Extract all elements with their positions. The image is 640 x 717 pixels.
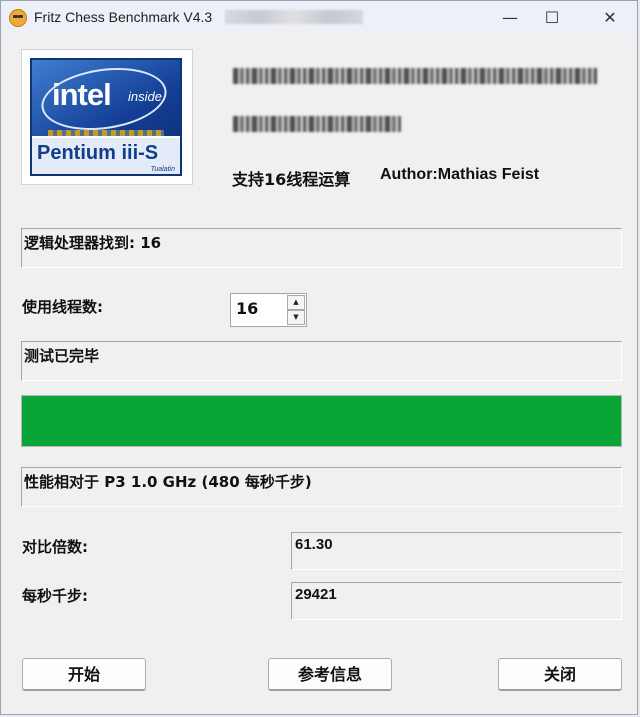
- start-button[interactable]: 开始: [22, 658, 146, 691]
- thread-count-spinner[interactable]: 16 ▲ ▼: [230, 293, 307, 327]
- logo-product-bar: Pentium iii-S Tualatin: [32, 136, 180, 174]
- window-title: Fritz Chess Benchmark V4.3: [34, 9, 213, 25]
- title-bar: Fritz Chess Benchmark V4.3 — ☐ ✕: [1, 1, 637, 35]
- ratio-value-box: 61.30: [291, 532, 622, 570]
- progress-fill: [22, 396, 621, 446]
- logo-product: Pentium iii-S: [37, 142, 159, 164]
- redacted-line-2: [233, 116, 401, 132]
- logo-tagline: inside: [128, 89, 162, 104]
- redacted-title-text: [225, 10, 363, 24]
- benchmark-progress-bar: [21, 395, 622, 447]
- close-window-button[interactable]: ✕: [587, 1, 633, 35]
- spinner-up-icon[interactable]: ▲: [287, 295, 305, 310]
- thread-count-value[interactable]: 16: [236, 299, 258, 318]
- logo-brand: intel: [52, 77, 112, 112]
- kps-label: 每秒千步:: [22, 587, 88, 605]
- test-status-text: 测试已完毕: [24, 347, 100, 365]
- kps-value: 29421: [295, 586, 337, 603]
- performance-note-text: 性能相对于 P3 1.0 GHz (480 每秒千步): [24, 473, 312, 491]
- logo-subproduct: Tualatin: [150, 166, 175, 173]
- intel-pentium-logo: intel inside Pentium iii-S Tualatin: [21, 49, 193, 185]
- maximize-button[interactable]: ☐: [529, 1, 575, 35]
- thread-support-text: 支持16线程运算: [232, 170, 351, 189]
- performance-note-box: 性能相对于 P3 1.0 GHz (480 每秒千步): [21, 467, 622, 507]
- processors-found-box: 逻辑处理器找到: 16: [21, 228, 622, 268]
- app-icon: [9, 9, 27, 27]
- ratio-label: 对比倍数:: [22, 538, 88, 556]
- ratio-value: 61.30: [295, 536, 333, 553]
- kps-value-box: 29421: [291, 582, 622, 620]
- minimize-button[interactable]: —: [487, 1, 533, 35]
- close-button[interactable]: 关闭: [498, 658, 622, 691]
- processors-found-text: 逻辑处理器找到: 16: [24, 234, 162, 252]
- benchmark-window: Fritz Chess Benchmark V4.3 — ☐ ✕ intel i…: [0, 0, 638, 715]
- logo-badge: intel inside Pentium iii-S Tualatin: [30, 58, 182, 176]
- test-status-box: 测试已完毕: [21, 341, 622, 381]
- thread-count-label: 使用线程数:: [22, 298, 103, 316]
- redacted-line-1: [233, 68, 597, 84]
- author-text: Author:Mathias Feist: [380, 166, 540, 183]
- spinner-down-icon[interactable]: ▼: [287, 310, 305, 325]
- reference-info-button[interactable]: 参考信息: [268, 658, 392, 691]
